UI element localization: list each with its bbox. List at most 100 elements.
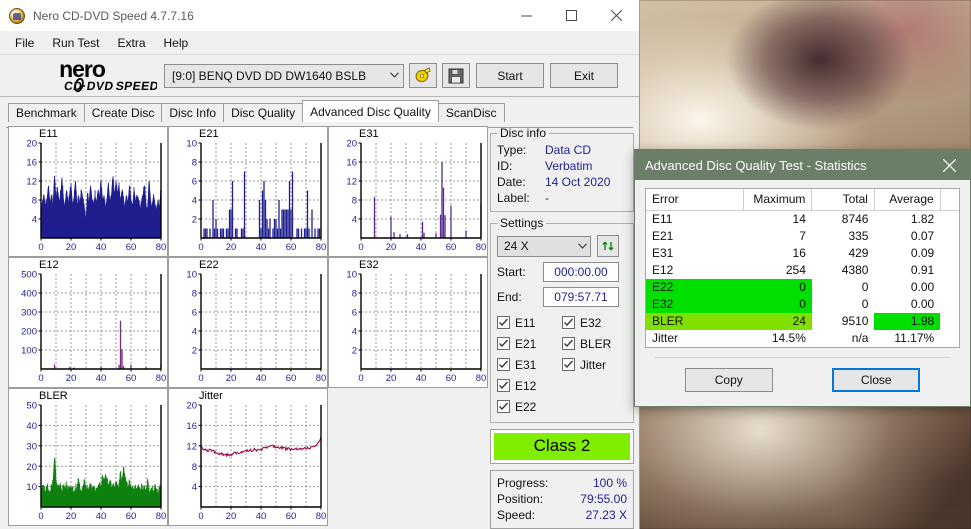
table-row[interactable]: E32 0 0 0.00 [646,295,959,313]
cell-maximum: 14.5% [771,331,806,345]
chevron-down-icon [390,70,399,81]
end-input[interactable]: 079:57.71 [543,287,619,307]
cell-maximum: 254 [785,263,806,277]
svg-text:80: 80 [476,242,487,253]
checkmark-icon [497,400,510,413]
svg-text:40: 40 [416,373,427,384]
error-type-checkboxes: E11 E32 E21 BLER E31 Jitter E12 E22 [497,312,627,417]
svg-text:CD·DVD: CD·DVD [63,79,115,93]
svg-text:20: 20 [386,373,397,384]
speed-select[interactable]: 24 X [497,235,591,257]
svg-text:60: 60 [126,511,137,522]
table-row[interactable]: E11 14 8746 1.82 [646,211,959,228]
column-header-average: Average [874,189,941,211]
checkbox-bler[interactable]: BLER [562,333,627,354]
menu-extra[interactable]: Extra [108,33,154,53]
tab-scandisc[interactable]: ScanDisc [437,103,505,122]
checkbox-spacer-1 [562,375,627,396]
checkbox-jitter[interactable]: Jitter [562,354,627,375]
cell-total: 4380 [841,263,869,277]
speed-value: 27.23 X [585,508,627,522]
copy-button[interactable]: Copy [684,367,773,392]
toolbar: nero CD·DVD SPEED [9:0] BENQ DVD DD DW16… [0,55,639,97]
chart-e11: E11 4 8 12 16 20 0 20 40 60 80 [8,126,168,257]
checkbox-e31[interactable]: E31 [497,354,562,375]
table-row[interactable]: E22 0 0 0.00 [646,278,959,296]
class-badge: Class 2 [490,429,634,464]
minimize-button[interactable] [504,0,549,31]
disc-info-row-id: ID: Verbatim [497,158,627,174]
statistics-table-body: E11 14 8746 1.82 E21 7 335 0.07 E31 16 429 0.09 E12 2… [646,211,959,347]
svg-text:6: 6 [192,308,197,319]
table-row[interactable]: Jitter 14.5% n/a 11.17% [646,330,959,347]
checkbox-e21[interactable]: E21 [497,333,562,354]
disc-info-key-type: Type: [497,143,527,157]
cell-maximum: 7 [799,229,806,243]
tab-disc-quality[interactable]: Disc Quality [223,103,304,122]
checkmark-icon [497,337,510,350]
exit-button[interactable]: Exit [550,63,618,88]
svg-text:60: 60 [126,242,137,253]
nero-disc-icon [9,7,25,24]
svg-text:400: 400 [21,289,37,300]
svg-text:8: 8 [192,289,197,300]
chart-e32: E32 2 4 6 8 10 0 20 40 60 80 [328,257,488,388]
menu-help[interactable]: Help [155,33,198,53]
start-position-row: Start: 000:00.00 [497,262,627,282]
table-row[interactable]: E12 254 4380 0.91 [646,262,959,279]
svg-text:0: 0 [198,373,203,384]
svg-text:4: 4 [32,215,37,226]
tab-advanced-disc-quality[interactable]: Advanced Disc Quality [302,100,439,122]
tab-disc-info[interactable]: Disc Info [161,103,225,122]
svg-text:2: 2 [192,215,197,226]
checkbox-e11[interactable]: E11 [497,312,562,333]
svg-text:8: 8 [192,462,197,473]
cell-total: 335 [848,229,869,243]
svg-text:80: 80 [156,511,167,522]
eject-disc-icon[interactable] [409,63,437,88]
drive-select-value: [9:0] BENQ DVD DD DW1640 BSLB [172,68,367,83]
svg-text:20: 20 [66,373,77,384]
info-column: Disc info Type: Data CD ID: Verbatim Date:… [490,126,634,529]
maximize-button[interactable] [549,0,594,31]
disc-info-row-label: Label: - [497,190,627,206]
checkbox-e22[interactable]: E22 [497,396,562,417]
menu-run-test[interactable]: Run Test [43,33,108,53]
svg-text:0: 0 [198,242,203,253]
nero-cd-dvd-speed-window: Nero CD-DVD Speed 4.7.7.16 File Run Test… [0,0,640,529]
table-row[interactable]: BLER 24 9510 1.98 [646,312,959,330]
tab-benchmark[interactable]: Benchmark [8,103,85,122]
disc-info-key-date: Date: [497,175,526,189]
end-label: End: [497,290,522,304]
svg-text:80: 80 [156,242,167,253]
drive-select[interactable]: [9:0] BENQ DVD DD DW1640 BSLB [164,63,404,88]
menu-file[interactable]: File [6,33,43,53]
svg-text:20: 20 [186,401,197,412]
table-row[interactable]: E21 7 335 0.07 [646,228,959,245]
checkbox-spacer-2 [562,396,627,417]
cell-error: Jitter [652,331,679,345]
cell-error: E32 [646,295,744,313]
svg-text:40: 40 [96,511,107,522]
svg-text:4: 4 [192,327,197,338]
close-button[interactable]: Close [832,367,921,392]
close-icon[interactable] [594,0,639,31]
table-row[interactable]: E31 16 429 0.09 [646,245,959,262]
start-button[interactable]: Start [476,63,544,88]
start-input[interactable]: 000:00.00 [543,262,619,282]
svg-text:4: 4 [352,327,357,338]
close-icon[interactable] [928,150,970,180]
svg-text:40: 40 [256,511,267,522]
floppy-save-icon[interactable] [442,63,470,88]
checkmark-icon [497,379,510,392]
tab-create-disc[interactable]: Create Disc [83,103,163,122]
svg-text:2: 2 [352,346,357,357]
checkbox-e32[interactable]: E32 [562,312,627,333]
statistics-dialog-titlebar: Advanced Disc Quality Test - Statistics [635,150,970,180]
disc-info-row-date: Date: 14 Oct 2020 [497,174,627,190]
cell-maximum: 0 [743,295,812,313]
refresh-arrows-icon[interactable] [597,235,619,257]
cell-average: 11.17% [894,331,935,345]
checkbox-e12[interactable]: E12 [497,375,562,396]
svg-text:4: 4 [192,482,197,493]
